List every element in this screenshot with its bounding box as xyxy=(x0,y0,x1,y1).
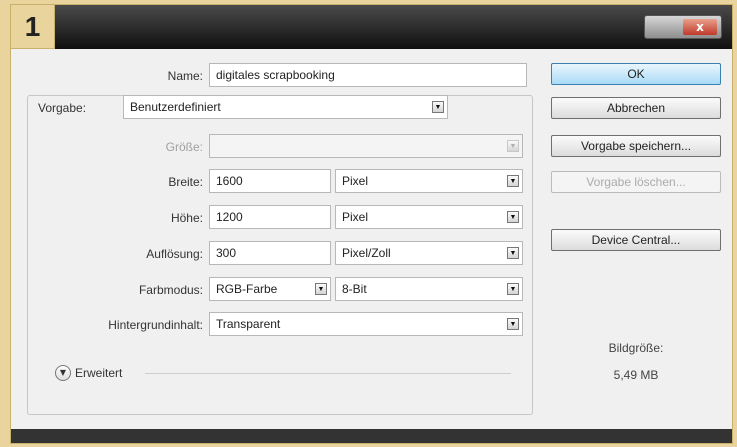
hintergrund-value: Transparent xyxy=(216,317,281,331)
hoehe-input[interactable]: 1200 xyxy=(209,205,331,229)
vorgabe-value: Benutzerdefiniert xyxy=(130,100,221,114)
title-bar: x xyxy=(11,5,732,49)
aufloesung-label: Auflösung: xyxy=(146,247,203,261)
aufloesung-unit-select[interactable]: Pixel/Zoll ▼ xyxy=(335,241,523,265)
hoehe-unit-select[interactable]: Pixel ▼ xyxy=(335,205,523,229)
chevron-down-icon: ▼ xyxy=(507,140,519,152)
vorgabe-label: Vorgabe: xyxy=(35,101,125,115)
advanced-divider xyxy=(145,373,511,374)
breite-label: Breite: xyxy=(168,175,203,189)
hoehe-label: Höhe: xyxy=(170,211,203,225)
breite-unit-value: Pixel xyxy=(342,174,369,188)
device-central-button[interactable]: Device Central... xyxy=(551,229,721,251)
chevron-down-icon[interactable]: ▼ xyxy=(507,247,519,259)
name-input[interactable]: digitales scrapbooking xyxy=(209,63,527,87)
abbrechen-button[interactable]: Abbrechen xyxy=(551,97,721,119)
vorgabe-speichern-button[interactable]: Vorgabe speichern... xyxy=(551,135,721,157)
bottom-bar xyxy=(11,429,732,443)
name-label: Name: xyxy=(167,69,203,83)
bildgroesse-label: Bildgröße: xyxy=(608,341,664,355)
farbmodus-label: Farbmodus: xyxy=(138,283,203,297)
chevron-down-icon[interactable]: ▼ xyxy=(432,101,444,113)
bittiefe-select[interactable]: 8-Bit ▼ xyxy=(335,277,523,301)
chevron-down-icon[interactable]: ▼ xyxy=(507,175,519,187)
erweitert-label[interactable]: Erweitert xyxy=(75,366,122,380)
bildgroesse-value: 5,49 MB xyxy=(613,368,659,382)
ok-button[interactable]: OK xyxy=(551,63,721,85)
aufloesung-input[interactable]: 300 xyxy=(209,241,331,265)
new-document-dialog: x 1 Name: digitales scrapbooking Vorgabe… xyxy=(10,4,733,444)
breite-input[interactable]: 1600 xyxy=(209,169,331,193)
farbmodus-value: RGB-Farbe xyxy=(216,282,278,296)
farbmodus-select[interactable]: RGB-Farbe ▼ xyxy=(209,277,331,301)
aufloesung-unit-value: Pixel/Zoll xyxy=(342,246,391,260)
hintergrund-select[interactable]: Transparent ▼ xyxy=(209,312,523,336)
step-number-badge: 1 xyxy=(11,5,55,49)
chevron-down-icon[interactable]: ▼ xyxy=(315,283,327,295)
groesse-select: ▼ xyxy=(209,134,523,158)
chevron-down-icon[interactable]: ▼ xyxy=(507,283,519,295)
vorgabe-select[interactable]: Benutzerdefiniert ▼ xyxy=(123,95,448,119)
hoehe-unit-value: Pixel xyxy=(342,210,369,224)
expand-toggle-icon[interactable]: ▼ xyxy=(55,365,71,381)
close-icon[interactable]: x xyxy=(683,19,717,35)
vorgabe-loeschen-button: Vorgabe löschen... xyxy=(551,171,721,193)
bittiefe-value: 8-Bit xyxy=(342,282,367,296)
chevron-down-icon[interactable]: ▼ xyxy=(507,318,519,330)
close-button[interactable]: x xyxy=(644,15,722,39)
chevron-down-icon[interactable]: ▼ xyxy=(507,211,519,223)
hintergrund-label: Hintergrundinhalt: xyxy=(108,318,203,332)
breite-unit-select[interactable]: Pixel ▼ xyxy=(335,169,523,193)
groesse-label: Größe: xyxy=(165,140,203,154)
